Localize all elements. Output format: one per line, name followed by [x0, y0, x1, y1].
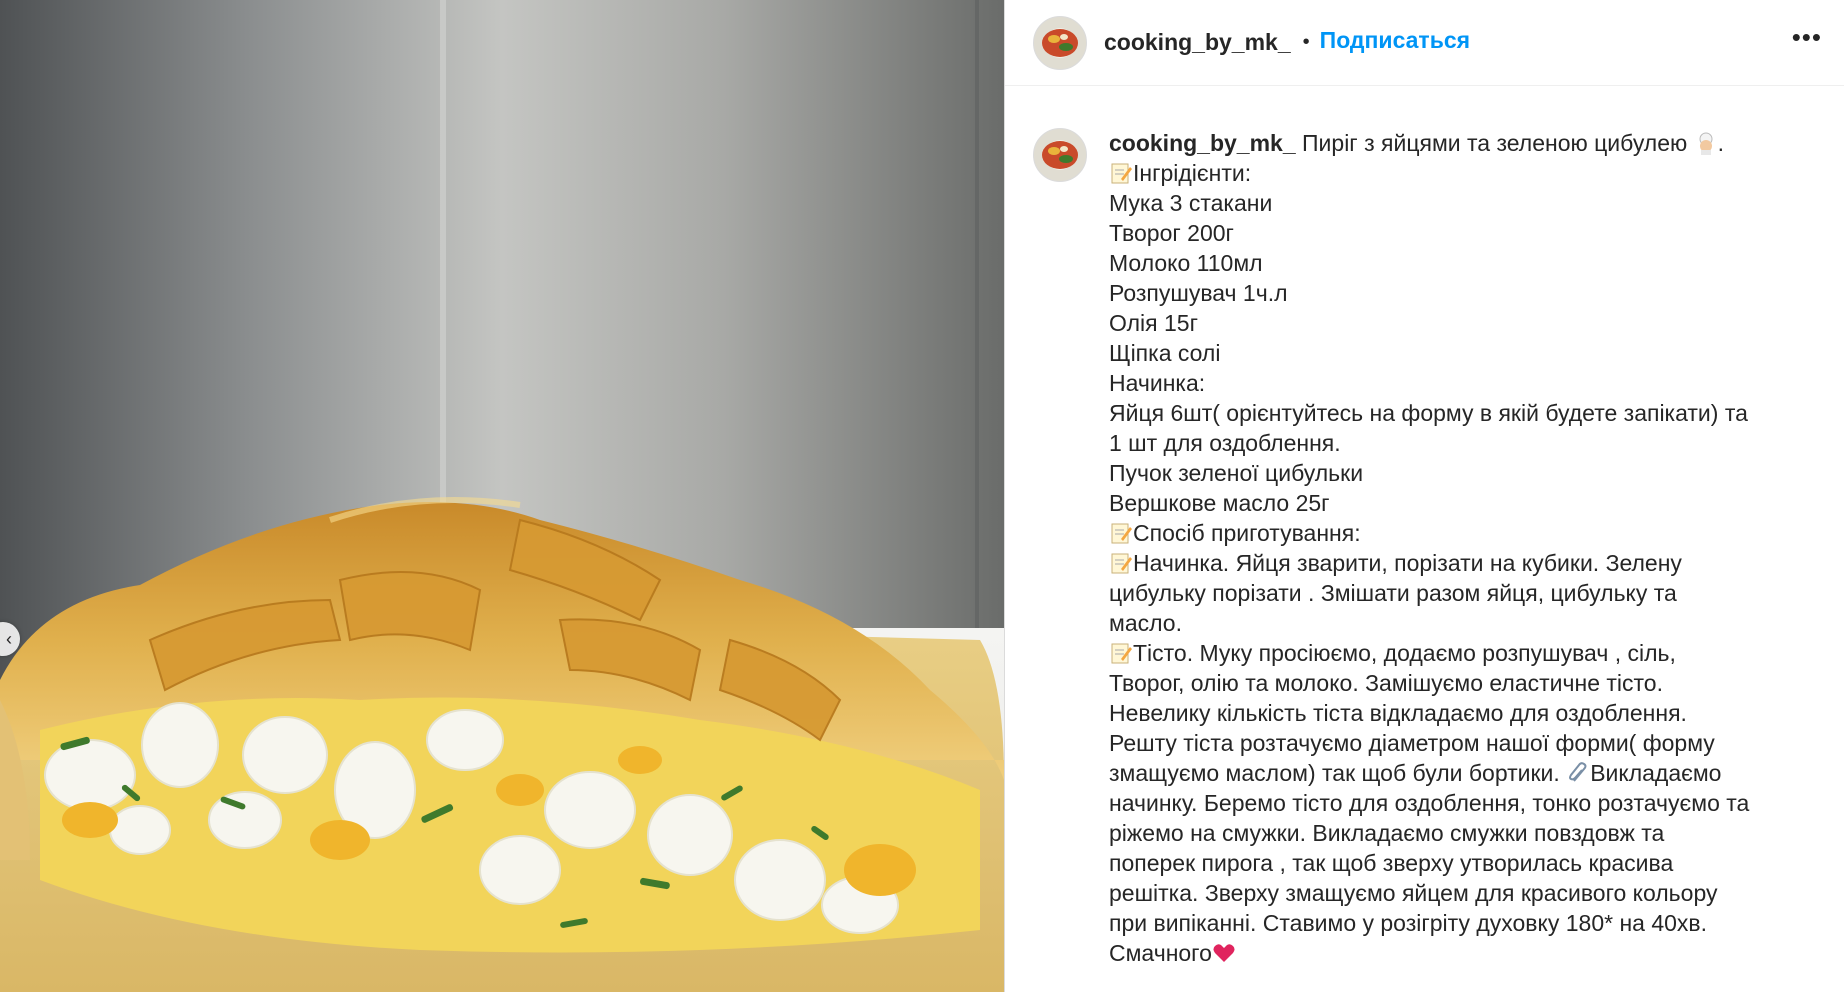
caption-title-line: cooking_by_mk_ Пиріг з яйцями та зеленою…: [1109, 128, 1829, 158]
caption-avatar-food-icon: [1042, 141, 1078, 169]
caption-line: Спосіб приготування:: [1109, 518, 1829, 548]
post-header: cooking_by_mk_ • Подписаться •••: [1005, 0, 1844, 86]
caption-line: Творог 200г: [1109, 220, 1234, 246]
caption-line: Невелику кількість тіста відкладаємо для…: [1109, 700, 1687, 726]
caption-line: 1 шт для оздоблення.: [1109, 430, 1341, 456]
post-caption: cooking_by_mk_ Пиріг з яйцями та зеленою…: [1033, 128, 1833, 968]
caption-line: Творог, олію та молоко. Замішуємо еласти…: [1109, 670, 1663, 696]
caption-line: змащуємо маслом) так щоб були бортики. В…: [1109, 760, 1722, 786]
caption-line: при випіканні. Ставимо у розігріту духов…: [1109, 910, 1708, 936]
caption-line: Розпушувач 1ч.л: [1109, 280, 1288, 306]
caption-line: Щіпка солі: [1109, 340, 1221, 366]
paperclip-icon: [1566, 761, 1590, 785]
caption-line: цибульку порізати . Змішати разом яйця, …: [1109, 580, 1677, 606]
caption-line: Пучок зеленої цибульки: [1109, 460, 1364, 486]
avatar[interactable]: [1033, 15, 1087, 70]
header-separator: •: [1302, 31, 1310, 53]
caption-title-end: .: [1717, 130, 1725, 156]
caption-line: Решту тіста розтачуємо діаметром нашої ф…: [1109, 730, 1715, 756]
more-options-icon[interactable]: •••: [1792, 24, 1822, 50]
caption-line: Олія 15г: [1109, 310, 1198, 336]
caption-line: Мука 3 стакани: [1109, 190, 1273, 216]
follow-button[interactable]: Подписаться: [1320, 27, 1470, 54]
memo-icon: [1109, 641, 1133, 665]
caption-line: Інгрідієнти:: [1109, 158, 1829, 188]
chevron-left-icon: ‹: [6, 629, 12, 649]
caption-line: Начинка:: [1109, 370, 1206, 396]
chef-icon: [1694, 131, 1718, 155]
pie-photo: [0, 0, 1004, 992]
post-sidebar: cooking_by_mk_ • Подписаться ••• cooking…: [1005, 0, 1844, 992]
caption-line: начинку. Беремо тісто для оздоблення, то…: [1109, 790, 1750, 816]
avatar-food-icon: [1042, 28, 1078, 57]
caption-text: cooking_by_mk_ Пиріг з яйцями та зеленою…: [1109, 128, 1829, 968]
caption-title: Пиріг з яйцями та зеленою цибулею: [1295, 130, 1688, 156]
caption-username-link[interactable]: cooking_by_mk_: [1109, 130, 1296, 156]
caption-avatar[interactable]: [1033, 128, 1087, 182]
caption-line: Тісто. Муку просіюємо, додаємо розпушува…: [1109, 638, 1829, 668]
memo-icon: [1109, 551, 1133, 575]
memo-icon: [1109, 521, 1133, 545]
caption-line: Начинка. Яйця зварити, порізати на кубик…: [1109, 548, 1829, 578]
caption-line: масло.: [1109, 610, 1182, 636]
caption-line: Молоко 110мл: [1109, 250, 1263, 276]
caption-line: поперек пирога , так щоб зверху утворила…: [1109, 850, 1674, 876]
header-username-link[interactable]: cooking_by_mk_: [1104, 29, 1291, 56]
caption-line: Вершкове масло 25г: [1109, 490, 1330, 516]
post-photo: ‹: [0, 0, 1004, 992]
caption-line: ріжемо на смужки. Викладаємо смужки повз…: [1109, 820, 1665, 846]
memo-icon: [1109, 161, 1133, 185]
caption-line: решітка. Зверху змащуємо яйцем для краси…: [1109, 880, 1718, 906]
caption-line: Яйця 6шт( орієнтуйтесь на форму в якій б…: [1109, 400, 1748, 426]
red-heart-icon: [1212, 941, 1236, 965]
caption-line: Смачного: [1109, 938, 1829, 968]
instagram-post-view: ‹ cooking_by_mk_ • Подписаться ••• cooki…: [0, 0, 1844, 992]
